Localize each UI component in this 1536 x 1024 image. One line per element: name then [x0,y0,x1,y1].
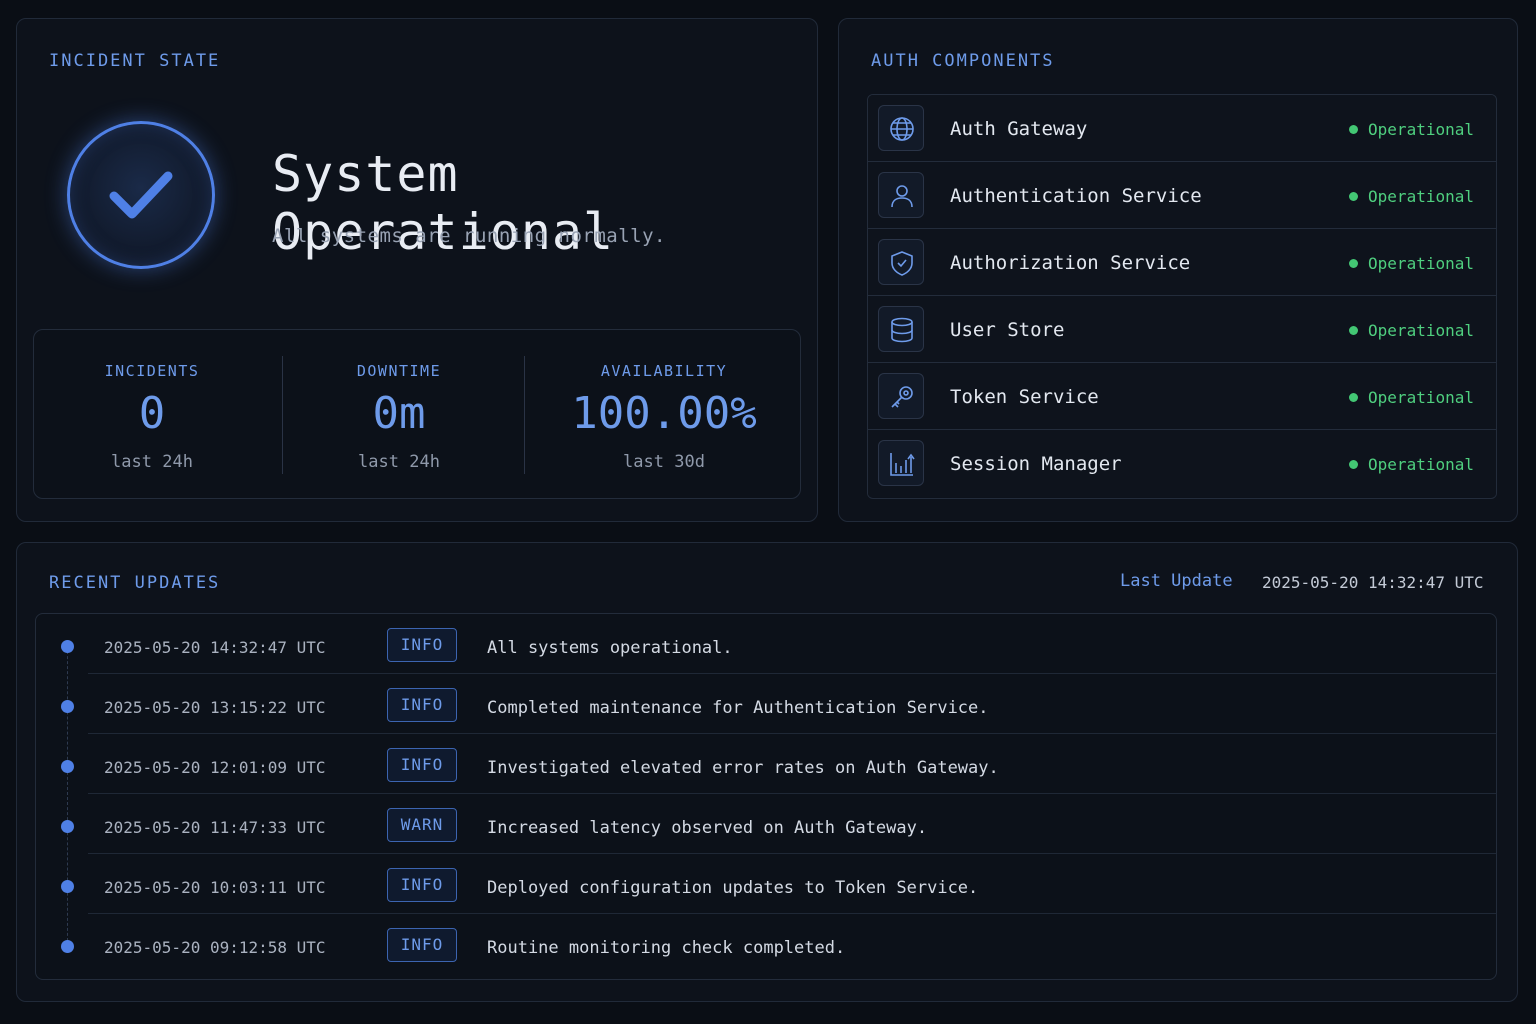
update-row: 2025-05-20 10:03:11 UTC INFO Deployed co… [36,854,1496,914]
stat-value: 0m [372,388,426,439]
component-status: Operational [1368,388,1474,407]
component-row-auth-gateway[interactable]: Auth Gateway Operational [868,95,1496,162]
component-status: Operational [1368,321,1474,340]
component-status: Operational [1368,455,1474,474]
level-badge: INFO [387,748,457,782]
update-row: 2025-05-20 14:32:47 UTC INFO All systems… [36,614,1496,674]
update-row: 2025-05-20 09:12:58 UTC INFO Routine mon… [36,914,1496,974]
status-check-icon [67,121,215,269]
update-time: 2025-05-20 12:01:09 UTC [104,758,326,777]
component-row-authentication-service[interactable]: Authentication Service Operational [868,162,1496,229]
components-list: Auth Gateway Operational Authentication … [867,94,1497,499]
level-badge: INFO [387,628,457,662]
components-panel-title: AUTH COMPONENTS [871,51,1055,71]
update-time: 2025-05-20 09:12:58 UTC [104,938,326,957]
level-badge: INFO [387,688,457,722]
level-badge: INFO [387,868,457,902]
component-row-user-store[interactable]: User Store Operational [868,296,1496,363]
update-message: Investigated elevated error rates on Aut… [487,758,999,778]
timeline-dot [61,700,74,713]
timeline-dot [61,760,74,773]
status-dot [1349,125,1358,134]
component-name: Token Service [950,386,1099,408]
status-dot [1349,326,1358,335]
database-icon [878,306,924,352]
updates-panel-title: RECENT UPDATES [49,573,221,593]
incident-state-panel: INCIDENT STATE System Operational All sy… [16,18,818,522]
status-dot [1349,192,1358,201]
update-message: Completed maintenance for Authentication… [487,698,989,718]
component-name: User Store [950,319,1065,341]
stat-sub: last 24h [111,452,193,472]
status-dot [1349,259,1358,268]
update-message: All systems operational. [487,638,733,658]
update-row: 2025-05-20 11:47:33 UTC WARN Increased l… [36,794,1496,854]
update-time: 2025-05-20 11:47:33 UTC [104,818,326,837]
component-row-token-service[interactable]: Token Service Operational [868,363,1496,430]
stat-divider [282,356,283,474]
component-name: Authorization Service [950,252,1191,274]
updates-list: 2025-05-20 14:32:47 UTC INFO All systems… [35,613,1497,980]
stat-label: INCIDENTS [104,362,200,380]
incident-stats: INCIDENTS 0 last 24h DOWNTIME 0m last 24… [33,329,801,499]
level-badge: WARN [387,808,457,842]
timeline-dot [61,820,74,833]
globe-icon [878,105,924,151]
stat-sub: last 30d [623,452,705,472]
update-time: 2025-05-20 10:03:11 UTC [104,878,326,897]
last-update-value: 2025-05-20 14:32:47 UTC [1262,573,1484,592]
stat-label: AVAILABILITY [600,362,728,380]
update-message: Deployed configuration updates to Token … [487,878,979,898]
bar-chart-icon [878,440,924,486]
component-name: Session Manager [950,453,1122,475]
update-message: Routine monitoring check completed. [487,938,846,958]
status-dot [1349,460,1358,469]
incident-panel-title: INCIDENT STATE [49,51,221,71]
component-status: Operational [1368,120,1474,139]
auth-components-panel: AUTH COMPONENTS Auth Gateway Operational… [838,18,1518,522]
stat-value: 0 [138,388,166,439]
last-update-label: Last Update [1120,571,1233,591]
timeline-dot [61,940,74,953]
level-badge: INFO [387,928,457,962]
recent-updates-panel: RECENT UPDATES Last Update 2025-05-20 14… [16,542,1518,1002]
user-icon [878,172,924,218]
timeline-dot [61,880,74,893]
stat-availability: AVAILABILITY 100.00% last 30d [526,330,802,500]
system-status-subtitle: All systems are running normally. [272,225,666,247]
component-status: Operational [1368,254,1474,273]
update-time: 2025-05-20 14:32:47 UTC [104,638,326,657]
component-name: Auth Gateway [950,118,1088,140]
status-dot [1349,393,1358,402]
component-status: Operational [1368,187,1474,206]
stat-label: DOWNTIME [356,362,442,380]
update-message: Increased latency observed on Auth Gatew… [487,818,928,838]
stat-value: 100.00% [571,388,757,439]
stat-downtime: DOWNTIME 0m last 24h [284,330,514,500]
update-time: 2025-05-20 13:15:22 UTC [104,698,326,717]
component-name: Authentication Service [950,185,1202,207]
shield-check-icon [878,239,924,285]
component-row-session-manager[interactable]: Session Manager Operational [868,430,1496,497]
update-row: 2025-05-20 12:01:09 UTC INFO Investigate… [36,734,1496,794]
stat-divider [524,356,525,474]
stat-incidents: INCIDENTS 0 last 24h [34,330,270,500]
timeline-dot [61,640,74,653]
component-row-authorization-service[interactable]: Authorization Service Operational [868,229,1496,296]
update-row: 2025-05-20 13:15:22 UTC INFO Completed m… [36,674,1496,734]
key-icon [878,373,924,419]
stat-sub: last 24h [358,452,440,472]
